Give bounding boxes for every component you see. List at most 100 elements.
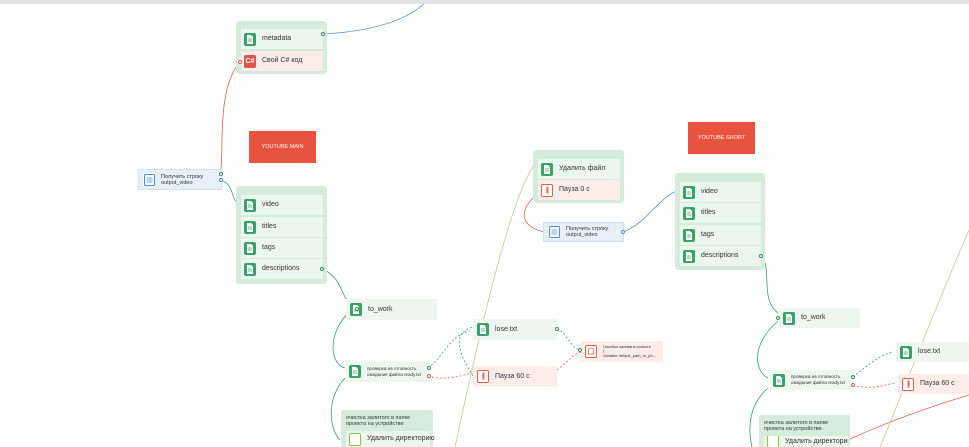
middle-get-string-node[interactable]: Получить строку output_video [543, 222, 624, 242]
get-string-node[interactable]: Получить строку output_video [138, 169, 222, 190]
wire-right-pause-red [847, 394, 969, 441]
right-to-work-node[interactable]: to_work [779, 308, 860, 328]
file-node-tags[interactable]: tags [241, 238, 323, 258]
delete-file-node[interactable]: Удалить файл [538, 159, 620, 179]
pause-zero-node[interactable]: || Пауза 0 с [538, 180, 620, 200]
pause-zero-label: Пауза 0 с [559, 186, 590, 193]
folder-icon [349, 432, 361, 446]
wire-check-to-pause [427, 372, 473, 379]
to-work-node[interactable]: to_work [346, 299, 437, 320]
right-pause-node[interactable]: || Пауза 60 с [898, 374, 969, 394]
right-to-work-label: to_work [801, 314, 826, 321]
wire-pause-to-error [556, 351, 584, 371]
descriptions-port[interactable] [320, 267, 324, 271]
folder-icon [767, 436, 779, 447]
file-label: tags [262, 244, 276, 251]
metadata-node[interactable]: metadata [241, 29, 323, 49]
file-icon [683, 228, 695, 242]
lose-port[interactable] [555, 327, 559, 331]
right-file-node-video[interactable]: video [680, 182, 761, 202]
wire-middle-to-right [623, 189, 681, 233]
file-icon [477, 323, 489, 336]
file-label: titles [262, 223, 277, 230]
file-label: descriptions [701, 252, 739, 259]
file-icon [773, 373, 785, 387]
pause-label: Пауза 60 с [495, 372, 530, 380]
wire-right-check-to-pause [852, 382, 896, 388]
middle-get-string-port[interactable] [621, 230, 625, 234]
wire-check-to-lose [427, 330, 471, 369]
pause-node[interactable]: || Пауза 60 с [473, 366, 557, 387]
file-icon [244, 241, 256, 255]
file-label: titles [701, 209, 716, 216]
file-icon [900, 345, 912, 359]
to-work-label: to_work [368, 305, 393, 313]
wire-lose-to-error [556, 328, 581, 351]
list-icon [143, 173, 155, 186]
file-icon [244, 198, 256, 212]
right-check-ready-node[interactable]: проверка на готовность ожидание файла rea… [770, 370, 855, 390]
file-icon [683, 185, 695, 199]
file-label: video [262, 201, 279, 208]
get-string-port-out[interactable] [219, 172, 223, 176]
right-file-node-titles[interactable]: titles [680, 203, 761, 223]
file-icon [683, 206, 695, 220]
right-cleanup-title: очистка залитого в папке проекта на устро… [764, 420, 829, 432]
right-to-work-port[interactable] [776, 316, 780, 320]
file-label: video [701, 188, 718, 195]
right-check-ready-text: проверка на готовность ожидание файла rea… [791, 374, 845, 385]
metadata-port[interactable] [321, 32, 325, 36]
file-icon [244, 32, 256, 46]
csharp-label: Свой C# код [262, 57, 303, 64]
pause-icon: || [541, 183, 553, 197]
youtube-short-banner: YOUTUBE SHORT [688, 122, 755, 154]
right-check-port-ok[interactable] [851, 375, 855, 379]
list-icon [548, 225, 560, 239]
lose-label: lose.txt [495, 325, 518, 333]
right-delete-dir-node[interactable]: Удалить директорию [764, 436, 848, 447]
right-file-node-tags[interactable]: tags [680, 225, 761, 245]
metadata-label: metadata [262, 35, 292, 42]
file-label: descriptions [262, 265, 300, 272]
csharp-node[interactable]: C# Свой C# код [241, 51, 323, 71]
pause-icon: || [902, 377, 914, 391]
error-node[interactable]: Ошибка залива в проекте{Variable.default… [581, 341, 663, 362]
right-file-node-descriptions[interactable]: descriptions [680, 246, 761, 266]
wire-descriptions-to-towork [322, 268, 353, 304]
lose-node[interactable]: lose.txt [473, 319, 557, 340]
right-lose-node[interactable]: lose.txt [896, 342, 969, 362]
error-text: Ошибка залива в проекте{Variable.default… [603, 343, 657, 358]
file-icon [783, 311, 795, 325]
right-delete-dir-label: Удалить директорию [785, 437, 848, 445]
wire-top-to-metadata [322, 3, 425, 35]
wire-right-check-to-lose [852, 351, 894, 378]
cleanup-title: очистка залитого в папке проекта на устро… [346, 415, 411, 427]
check-ready-port-err[interactable] [427, 374, 431, 378]
check-ready-text: проверка на готовность ожидание файла rea… [367, 365, 421, 377]
file-node-descriptions[interactable]: descriptions [241, 259, 323, 279]
right-lose-label: lose.txt [918, 348, 941, 355]
wire-olive-middle [454, 164, 535, 447]
file-node-video[interactable]: video [241, 195, 323, 215]
file-icon [244, 262, 256, 276]
right-check-port-err[interactable] [851, 383, 855, 387]
right-descriptions-port[interactable] [759, 254, 763, 258]
file-icon [683, 249, 695, 263]
error-port[interactable] [578, 348, 582, 352]
to-work-port[interactable] [355, 307, 359, 311]
file-label: tags [701, 231, 715, 238]
get-string-text: Получить строку output_video [161, 173, 204, 186]
bell-icon [585, 345, 597, 358]
file-node-titles[interactable]: titles [241, 217, 323, 237]
file-icon [244, 220, 256, 234]
file-icon [541, 162, 553, 176]
check-ready-node[interactable]: проверка на готовность ожидание файла rea… [346, 361, 430, 382]
csharp-port[interactable] [238, 60, 242, 64]
file-icon [349, 365, 361, 378]
delete-dir-label: Удалить директорию [367, 435, 435, 442]
delete-dir-node[interactable]: Удалить директорию [346, 431, 435, 447]
get-string-port-blue[interactable] [219, 178, 223, 182]
wire-pause-to-check [458, 326, 474, 377]
wire-right-olive [879, 229, 969, 447]
check-ready-port-ok[interactable] [427, 366, 431, 370]
